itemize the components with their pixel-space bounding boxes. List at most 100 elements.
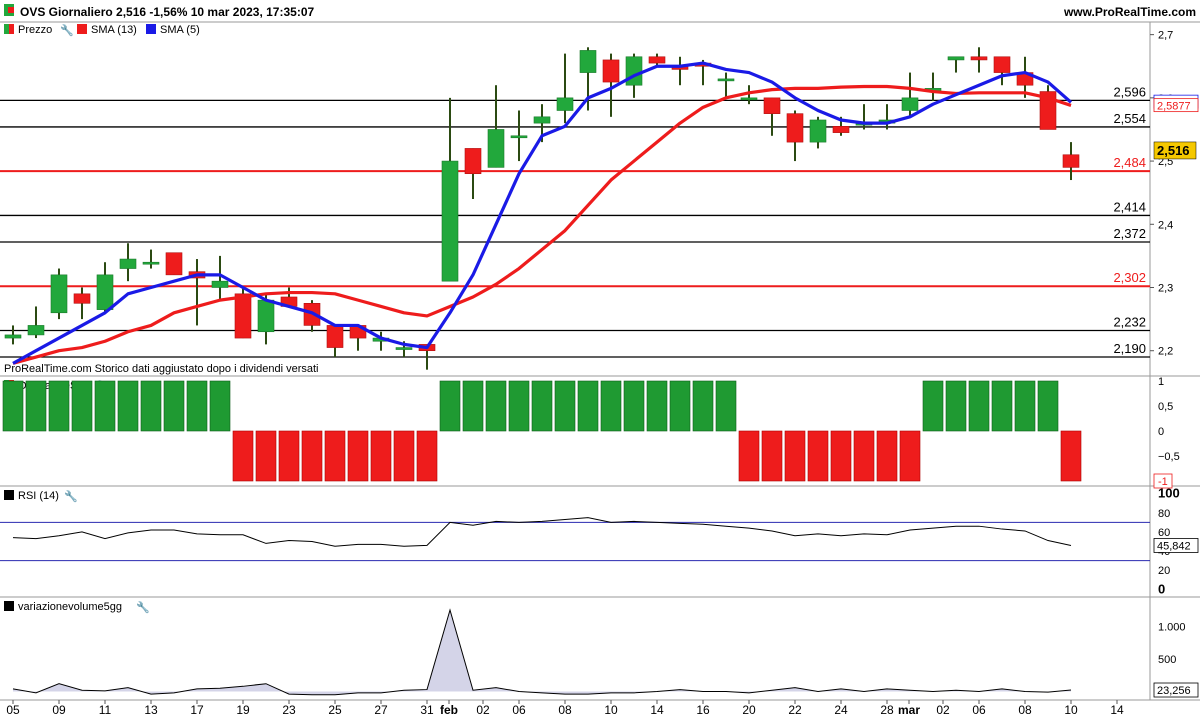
sti-bar xyxy=(761,430,783,482)
candle-body xyxy=(234,293,252,339)
rsi-panel: RSI (14)🔧10080604020045,842 xyxy=(0,486,1200,598)
price-legend-swatch-red xyxy=(9,24,14,34)
rsi-legend-swatch xyxy=(4,490,14,500)
sti-bar xyxy=(830,430,852,482)
price-y-tick-label: 2,4 xyxy=(1158,219,1173,231)
price-legend-label[interactable]: Prezzo xyxy=(18,24,52,36)
support-line-label: 2,232 xyxy=(1113,314,1146,329)
candle-body xyxy=(4,334,22,339)
sma13-legend-label[interactable]: SMA (13) xyxy=(91,24,137,36)
x-tick-label: 02 xyxy=(936,703,950,717)
sti-bar xyxy=(140,380,162,432)
candle-body xyxy=(533,116,551,124)
sti-y-tick-label: −0,5 xyxy=(1158,451,1180,463)
sti-bar xyxy=(2,380,24,432)
sti-bar xyxy=(738,430,760,482)
volume-panel: variazionevolume5gg 🔧 1.000 500 23,256 xyxy=(0,597,1200,701)
candle-body xyxy=(257,299,275,333)
volume-area xyxy=(13,610,1071,695)
x-tick-label: mar xyxy=(898,703,920,717)
sma5-legend-swatch xyxy=(146,24,156,34)
support-line-label: 2,554 xyxy=(1113,111,1146,126)
candle-body xyxy=(487,129,505,168)
candle-body xyxy=(441,160,459,282)
footnote: ProRealTime.com Storico dati aggiustato … xyxy=(4,363,318,375)
candle-body xyxy=(809,119,827,143)
sti-bar xyxy=(508,380,530,432)
price-y-tick-label: 2,7 xyxy=(1158,30,1173,42)
candle-body xyxy=(165,252,183,276)
header-logo-icon-red xyxy=(8,7,14,13)
sti-bar xyxy=(462,380,484,432)
sti-bar xyxy=(646,380,668,432)
volume-legend-swatch xyxy=(4,601,14,611)
sti-bar xyxy=(25,380,47,432)
volume-line xyxy=(12,608,1072,696)
x-tick-label: 08 xyxy=(558,703,572,717)
red-level-label: 2,302 xyxy=(1113,270,1146,285)
candle-body xyxy=(970,56,988,61)
sti-bar xyxy=(692,380,714,432)
sti-bar xyxy=(117,380,139,432)
candle-body xyxy=(625,56,643,86)
site-label[interactable]: www.ProRealTime.com xyxy=(1063,5,1196,19)
sti-bar xyxy=(416,430,438,482)
sti-bar xyxy=(94,380,116,432)
x-tick-label: 08 xyxy=(1018,703,1032,717)
sti-bar xyxy=(1037,380,1059,432)
x-tick-label: 23 xyxy=(282,703,296,717)
volume-y-tick-label: 1.000 xyxy=(1158,621,1186,633)
sma13-legend-swatch xyxy=(77,24,87,34)
candle-body xyxy=(50,274,68,314)
sti-bar xyxy=(991,380,1013,432)
last-value-label: 2,516 xyxy=(1157,143,1190,158)
sti-bar xyxy=(347,430,369,482)
sma5-legend-label[interactable]: SMA (5) xyxy=(160,24,200,36)
x-tick-label: 28 xyxy=(880,703,894,717)
support-line-label: 2,596 xyxy=(1113,84,1146,99)
rsi-y-tick-label: 20 xyxy=(1158,565,1170,577)
sti-bar xyxy=(1014,380,1036,432)
candle-body xyxy=(993,56,1011,73)
candle-body xyxy=(142,261,160,265)
price-settings-icon[interactable]: 🔧 xyxy=(60,23,74,37)
sti-bar xyxy=(370,430,392,482)
candle-body xyxy=(786,113,804,143)
candle-body xyxy=(579,50,597,73)
candle-body xyxy=(740,97,758,101)
volume-y-tick-label: 500 xyxy=(1158,654,1176,666)
rsi-y-tick-label: 0 xyxy=(1158,581,1165,596)
candle-body xyxy=(901,97,919,111)
support-line-label: 2,190 xyxy=(1113,341,1146,356)
candle-body xyxy=(1062,154,1080,168)
sti-bar xyxy=(48,380,70,432)
sti-bar xyxy=(600,380,622,432)
rsi-y-tick-label: 100 xyxy=(1158,486,1180,501)
sti-bar xyxy=(853,430,875,482)
x-tick-label: 10 xyxy=(604,703,618,717)
x-tick-label: 06 xyxy=(972,703,986,717)
x-axis: 05 09 11 13 17 19 23 25 27 31 feb 02 06 08 10 14 16 20 22 2… xyxy=(6,700,1124,717)
sti-bar xyxy=(784,430,806,482)
sti-bar xyxy=(324,430,346,482)
sti-bar xyxy=(807,430,829,482)
sti-bar xyxy=(554,380,576,432)
volume-title: variazionevolume5gg xyxy=(18,601,122,613)
candle-body xyxy=(27,325,45,336)
sti-bar xyxy=(577,380,599,432)
volume-last-label: 23,256 xyxy=(1157,685,1191,697)
price-panel: 2,22,32,42,52,62,72,5962,5542,4142,3722,… xyxy=(0,21,1200,377)
candle-body xyxy=(947,56,965,61)
sti-bar xyxy=(531,380,553,432)
sti-y-tick-label: 0 xyxy=(1158,426,1164,438)
x-tick-label: 14 xyxy=(1110,703,1124,717)
rsi-title: RSI (14) xyxy=(18,490,59,502)
x-tick-label: 06 xyxy=(512,703,526,717)
x-tick-label: 14 xyxy=(650,703,664,717)
candle-body xyxy=(326,325,344,348)
support-line-label: 2,414 xyxy=(1113,199,1146,214)
x-tick-label: 11 xyxy=(99,703,112,717)
sti-bar xyxy=(922,380,944,432)
candle-body xyxy=(464,148,482,175)
x-tick-label: 02 xyxy=(476,703,490,717)
